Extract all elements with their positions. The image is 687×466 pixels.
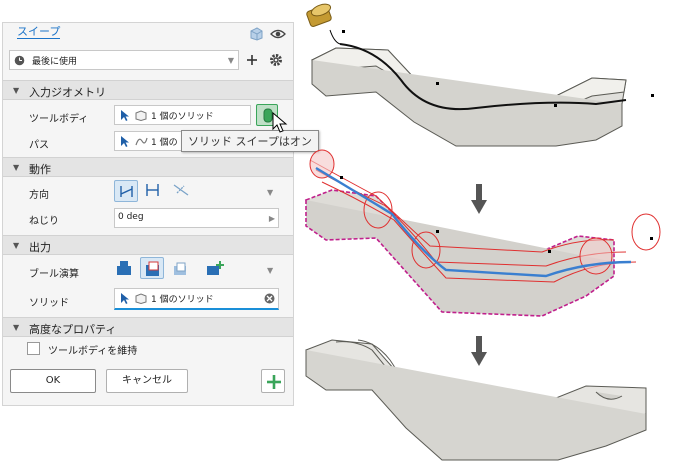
keep-tool-label: ツールボディを維持 [48,346,138,357]
collapse-icon: ▼ [13,163,20,172]
boolean-label: ブール演算 [29,269,79,280]
chevron-down-icon: ▼ [227,56,234,65]
plus-icon [267,375,281,389]
intersect-icon[interactable] [172,260,188,276]
direction-label: 方向 [29,190,49,201]
clear-icon[interactable] [264,293,275,304]
preset-value: 最後に使用 [32,57,78,67]
cursor-icon [121,110,129,121]
section-output[interactable]: ▼ 出力 [3,235,293,255]
chevron-down-icon[interactable]: ▼ [267,266,273,275]
cut-option[interactable] [140,257,164,279]
eye-icon[interactable] [270,28,286,40]
sweep-illustration [304,3,661,461]
path-label: パス [29,140,49,151]
section-label: 入力ジオメトリ [29,86,106,99]
solid-field[interactable]: 1 個のソリッド [114,288,279,310]
cursor-icon [121,293,129,304]
direction-fixed-icon[interactable] [144,183,162,197]
solid-label: ソリッド [29,298,69,309]
keep-tool-checkbox[interactable] [27,342,40,355]
section-advanced[interactable]: ▼ 高度なプロパティ [3,317,293,337]
direction-guide-icon[interactable] [172,183,190,197]
new-body-icon[interactable] [206,260,224,276]
cut-icon [146,261,159,276]
section-label: 出力 [29,241,51,254]
apply-add-button[interactable] [261,369,285,393]
cursor-icon [121,136,129,147]
ok-button[interactable]: OK [10,369,96,393]
plus-icon[interactable] [246,54,258,66]
tool-body-label: ツールボディ [29,114,89,125]
clock-icon [14,55,25,66]
arrow-down-icon [471,184,487,214]
join-icon[interactable] [116,260,132,276]
collapse-icon: ▼ [13,241,20,250]
section-label: 高度なプロパティ [29,323,117,336]
dialog-title: スイープ [17,25,61,39]
mouse-cursor-icon [272,112,288,133]
gear-icon[interactable] [269,53,283,67]
path-value: 1 個の [151,138,178,148]
collapse-icon: ▼ [13,323,20,332]
cancel-button[interactable]: キャンセル [106,369,188,393]
twist-input[interactable]: 0 deg ▶ [114,208,279,228]
section-motion[interactable]: ▼ 動作 [3,157,293,177]
chevron-down-icon[interactable]: ▼ [267,188,273,197]
solid-body-icon [135,293,147,304]
chevron-right-icon: ▶ [268,214,275,223]
sweep-dialog: スイープ 最後に使用 ▼ ▼ 入力ジオメトリ ツールボディ 1 個のソリッド パ… [2,22,294,406]
direction-parallel-icon [120,186,133,197]
twist-label: ねじり [29,216,59,227]
tool-body-value: 1 個のソリッド [151,112,214,122]
solid-value: 1 個のソリッド [151,295,214,305]
collapse-icon: ▼ [13,86,20,95]
cube-icon[interactable] [249,27,263,41]
tool-body-field[interactable]: 1 個のソリッド [114,105,251,125]
section-label: 動作 [29,163,51,176]
twist-value: 0 deg [118,212,144,222]
solid-body-icon [135,110,147,121]
section-input-geometry[interactable]: ▼ 入力ジオメトリ [3,80,293,100]
curve-icon [135,137,148,146]
arrow-down-icon [471,336,487,366]
preset-select[interactable]: 最後に使用 ▼ [9,50,239,70]
model-preview [304,149,661,317]
model-before [306,3,654,147]
direction-option-1[interactable] [114,180,138,202]
